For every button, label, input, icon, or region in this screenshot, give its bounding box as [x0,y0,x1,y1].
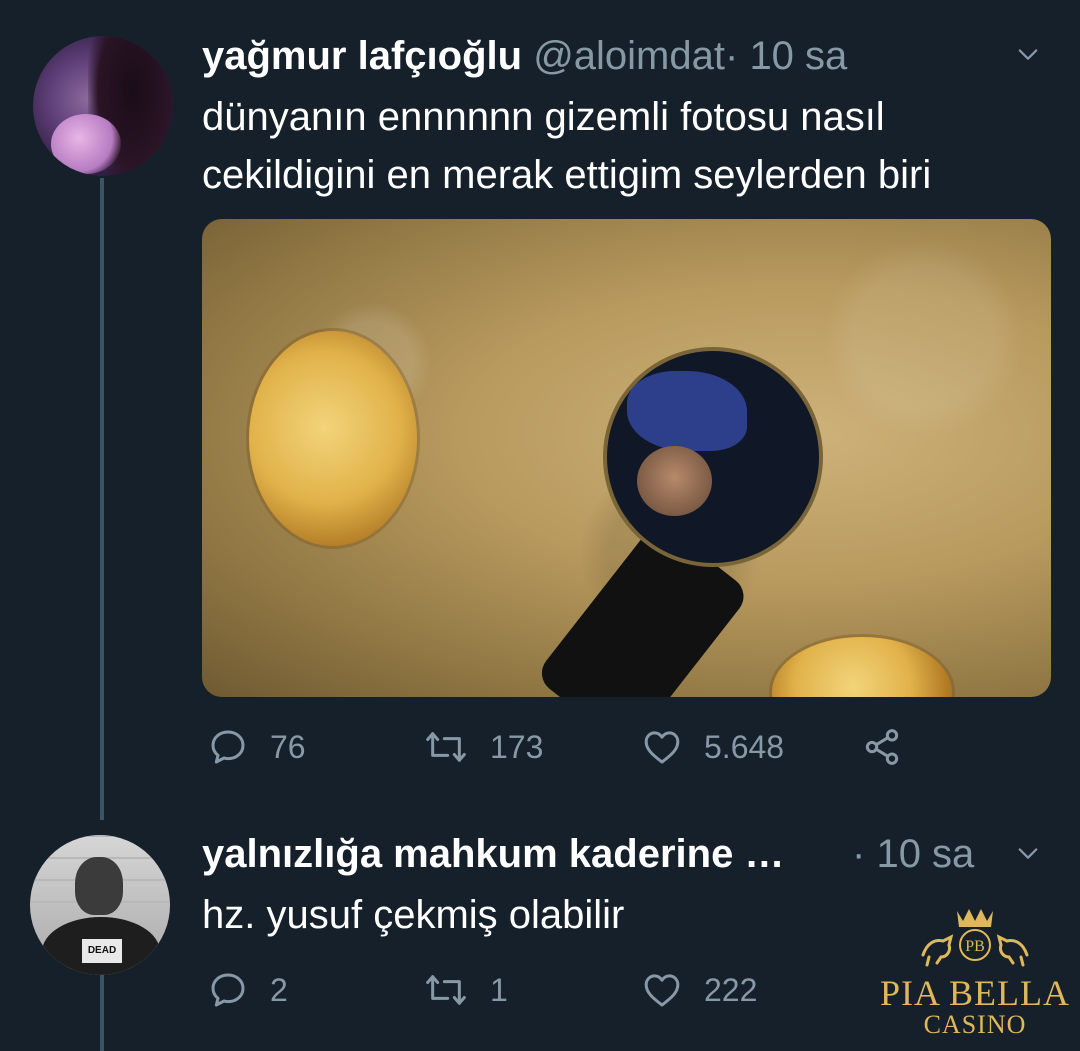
watermark-logo: PB PIA BELLA CASINO [880,905,1071,1039]
like-icon [644,731,680,764]
like-count: 222 [704,971,758,1008]
timestamp[interactable]: 10 sa [876,832,974,876]
tweet-text: dünyanın ennnnnn gizemli fotosu nasıl ce… [202,95,932,197]
reply-button[interactable]: 76 [208,727,306,767]
reply-icon [211,973,245,1007]
retweet-icon [426,975,466,1005]
monogram: PB [965,938,985,955]
reply-text: hz. yusuf çekmiş olabilir [202,893,625,937]
watermark-brand: PIA BELLA [880,973,1071,1013]
thread-connector [100,975,104,1051]
reply-meta: · 10 sa [852,830,974,878]
like-button[interactable]: 222 [642,970,757,1010]
tweet-header: yağmur lafçıoğlu @aloimdat· 10 sa [202,32,847,80]
tweet-media-image[interactable] [202,219,1051,697]
reply-count: 2 [270,971,288,1008]
reply-header: yalnızlığa mahkum kaderine … [202,830,784,878]
like-button[interactable]: 5.648 [642,727,784,767]
reply-icon [211,730,245,764]
avatar[interactable] [33,36,173,176]
chevron-down-icon[interactable] [1017,843,1039,865]
author-name[interactable]: yalnızlığa mahkum kaderine … [202,832,784,876]
retweet-icon [426,732,466,762]
retweet-count: 173 [490,728,544,765]
share-button[interactable] [862,727,902,767]
crown-icon: PB [921,909,1029,967]
retweet-count: 1 [490,971,508,1008]
share-icon [865,729,899,765]
reply-button[interactable]: 2 [208,970,288,1010]
watermark-sub: CASINO [923,1010,1027,1039]
retweet-button[interactable]: 173 [424,727,543,767]
author-name[interactable]: yağmur lafçıoğlu [202,34,522,78]
avatar[interactable]: DEAD [30,835,170,975]
tweet-actions: 76 173 5.648 [202,727,1002,777]
retweet-button[interactable]: 1 [424,970,508,1010]
author-handle[interactable]: @aloimdat [533,34,725,78]
timestamp[interactable]: 10 sa [749,34,847,78]
like-count: 5.648 [704,728,785,765]
like-icon [644,974,680,1007]
thread-connector [100,178,104,820]
reply-count: 76 [270,728,306,765]
separator: · [852,832,866,876]
timeline: yağmur lafçıoğlu @aloimdat· 10 sa dünyan… [0,0,1080,1051]
chevron-down-icon[interactable] [1017,44,1039,66]
avatar-sign: DEAD [82,939,122,963]
separator: · [724,34,739,78]
